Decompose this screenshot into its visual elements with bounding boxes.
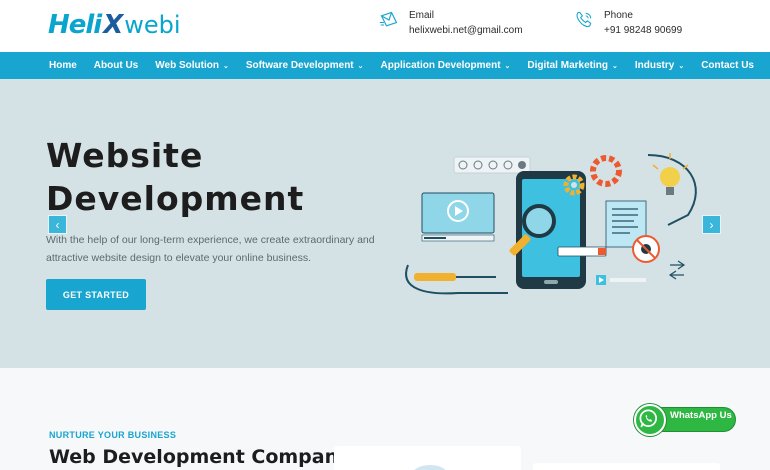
nav-label: Home	[49, 60, 77, 71]
bug-icon	[632, 235, 660, 263]
top-header: Heli Xwebi Email helixwebi.net@gmail.com …	[0, 0, 770, 52]
nav-label: Industry	[634, 60, 675, 71]
phone-contact: Phone +91 98248 90699	[574, 9, 682, 38]
chevron-down-icon: ⌄	[504, 62, 511, 70]
gear-icon	[563, 155, 622, 196]
phone-value[interactable]: +91 98248 90699	[604, 24, 682, 38]
whatsapp-icon	[634, 404, 666, 436]
section-eyebrow: NURTURE YOUR BUSINESS	[49, 430, 177, 440]
nav-label: Digital Marketing	[527, 60, 608, 71]
video-card	[421, 192, 495, 242]
nav-home[interactable]: Home	[49, 60, 77, 71]
chart-icon	[518, 161, 526, 169]
chevron-down-icon: ⌄	[222, 62, 229, 70]
feature-card	[533, 463, 720, 470]
get-started-button[interactable]: GET STARTED	[46, 279, 146, 310]
phone-icon	[576, 11, 592, 28]
media-strip	[596, 275, 646, 285]
nav-web-solution[interactable]: Web Solution ⌄	[155, 60, 229, 71]
hero-title: Website Development	[46, 136, 305, 218]
chevron-down-icon: ⌄	[678, 62, 685, 70]
phone-label: Phone	[604, 10, 633, 21]
feature-card	[334, 446, 521, 470]
logo-text-webi: webi	[124, 11, 181, 39]
nav-label: Application Development	[380, 60, 501, 71]
swap-arrows-icon	[668, 260, 686, 280]
whatsapp-logo	[639, 409, 657, 428]
email-icon	[379, 11, 398, 27]
hero-slider: Website Development With the help of our…	[0, 79, 770, 368]
chevron-left-icon: ‹	[55, 217, 60, 232]
logo-text-heli: Heli	[48, 10, 102, 40]
nav-industry[interactable]: Industry ⌄	[635, 60, 684, 71]
web-development-illustration	[405, 153, 697, 295]
chevron-down-icon: ⌄	[611, 62, 618, 70]
email-label: Email	[409, 10, 435, 21]
hero-description: With the help of our long-term experienc…	[46, 234, 375, 264]
nav-contact-us[interactable]: Contact Us	[701, 60, 754, 71]
nav-software-development[interactable]: Software Development ⌄	[246, 60, 364, 71]
nav-label: About Us	[93, 60, 139, 71]
card-graphic	[412, 465, 448, 470]
nav-digital-marketing[interactable]: Digital Marketing ⌄	[527, 60, 617, 71]
slider-prev-button[interactable]: ‹	[48, 215, 67, 234]
nav-label: Contact Us	[701, 60, 754, 71]
section-title: Web Development Company	[49, 446, 351, 468]
email-contact: Email helixwebi.net@gmail.com	[379, 9, 523, 38]
chevron-down-icon: ⌄	[357, 62, 364, 70]
logo-text-x: X	[103, 10, 124, 40]
email-value[interactable]: helixwebi.net@gmail.com	[409, 24, 523, 38]
nav-application-development[interactable]: Application Development ⌄	[381, 60, 511, 71]
screwdriver-icon	[414, 273, 496, 281]
nav-about-us[interactable]: About Us	[94, 60, 138, 71]
whatsapp-button[interactable]: WhatsApp Us	[634, 404, 737, 436]
whatsapp-label: WhatsApp Us	[670, 410, 732, 421]
nav-label: Software Development	[245, 60, 354, 71]
nav-label: Web Solution	[155, 60, 219, 71]
icon-strip	[453, 156, 531, 174]
chevron-right-icon: ›	[709, 217, 714, 232]
page: Heli Xwebi Email helixwebi.net@gmail.com …	[0, 0, 770, 470]
site-logo[interactable]: Heli Xwebi	[48, 8, 181, 42]
main-nav: Home About Us Web Solution ⌄ Software Dev…	[0, 52, 770, 79]
